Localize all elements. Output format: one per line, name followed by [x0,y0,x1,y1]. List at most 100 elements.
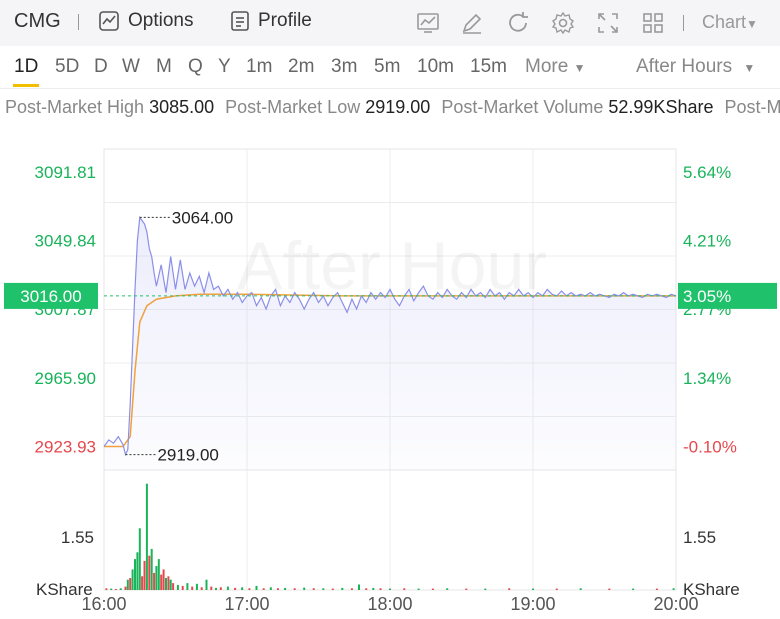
volume-bar [484,588,487,590]
volume-bar [284,587,287,590]
volume-bar [248,588,251,590]
tab-period[interactable]: 1m [246,56,272,78]
tab-period[interactable]: 10m [417,56,454,78]
options-label: Options [128,10,194,31]
tab-period[interactable]: 15m [470,56,507,78]
active-tab-indicator [13,84,39,87]
volume-bar [131,569,134,590]
volume-bar [157,559,160,590]
post-market-stats: Post-Market High 3085.00 Post-Market Low… [0,88,780,125]
volume-bar [145,483,148,590]
session-label: After Hours [636,56,733,77]
stat-label: Post-Market Volume [441,97,604,117]
tab-period[interactable]: 5D [55,56,79,78]
caret-down-icon: ▼ [743,61,756,75]
volume-bar [191,586,194,590]
volume-bar [269,587,272,590]
volume-bar [508,588,511,590]
volume-bar [195,583,198,590]
tab-period[interactable]: 1D [14,56,38,78]
volume-bar [153,572,156,590]
volume-bar [162,569,165,590]
volume-bar [234,587,237,590]
tab-period[interactable]: M [156,56,172,78]
volume-bar [105,588,108,590]
volume-bar [293,588,296,590]
volume-bar [110,588,113,590]
tab-period[interactable]: Y [218,56,231,78]
volume-bar [608,588,611,590]
settings-gear-icon[interactable] [551,11,575,35]
top-toolbar: CMG Options Profile Chart▼ [0,0,780,46]
low-marker-label: 2919.00 [157,446,218,465]
stat-value: 3085.00 [149,97,215,117]
y-tick-label-left: 3091.81 [35,163,96,182]
volume-bar [205,579,208,590]
volume-bar [210,586,213,590]
volume-bar [331,588,334,590]
tab-period[interactable]: 3m [331,56,357,78]
y-tick-label-left: 2965.90 [35,369,96,388]
volume-bar [138,528,141,590]
volume-bar [219,587,222,590]
volume-bar [143,560,146,590]
volume-bar [389,588,391,590]
volume-bar [322,588,325,590]
divider [683,15,684,31]
y-tick-label-right: 5.64% [683,163,731,182]
tab-period[interactable]: 5m [374,56,400,78]
volume-bar [136,552,139,590]
volume-bar [255,585,258,590]
x-tick-label: 17:00 [224,594,269,614]
y-tick-label-right: -0.10% [683,438,737,457]
tab-period[interactable]: 2m [288,56,314,78]
stat-label: Post-Market Low [225,97,361,117]
volume-bar [555,588,558,590]
chart-monitor-icon[interactable] [416,11,440,35]
last-price-label: 3016.00 [20,287,81,306]
volume-unit-left: KShare [36,580,93,599]
volume-bar [277,588,279,590]
volume-bar [186,583,189,590]
tab-period[interactable]: W [122,56,140,78]
stat-value: 52.99KShare [608,97,714,117]
volume-bar [372,587,375,590]
options-button[interactable]: Options [98,10,193,32]
profile-label: Profile [258,10,312,31]
price-chart[interactable]: After Hour 3091.81 5.64%3049.84 4.21%3007.… [0,124,780,619]
volume-bar [358,584,360,590]
refresh-icon[interactable] [506,11,530,35]
volume-bar [241,587,244,590]
volume-bar [200,587,203,590]
volume-bar [165,578,167,590]
grid-layout-icon[interactable] [641,11,665,35]
volume-bar [672,588,675,590]
tab-period[interactable]: Q [188,56,203,78]
fullscreen-icon[interactable] [596,11,620,35]
draw-pen-icon[interactable] [460,11,484,35]
volume-bar [655,588,658,590]
chart-type-dropdown[interactable]: Chart▼ [702,12,758,33]
more-periods-dropdown[interactable]: More ▼ [525,56,585,78]
chart-type-label: Chart [702,12,747,32]
volume-bar [129,578,132,590]
session-dropdown[interactable]: After Hours ▼ [636,56,755,78]
volume-bar [141,576,144,590]
volume-bar [160,574,163,590]
y-tick-label-left: 3049.84 [35,232,96,251]
divider [78,14,79,30]
volume-bar [532,588,534,590]
volume-bar [632,588,635,590]
volume-bar [124,586,127,590]
profile-button[interactable]: Profile [230,10,312,32]
y-tick-label-right: 1.34% [683,369,731,388]
tab-period[interactable]: D [94,56,108,78]
volume-bar [431,588,434,590]
volume-bar [350,588,353,590]
volume-bar [341,587,344,590]
y-tick-label-left: 2923.93 [35,438,96,457]
volume-bar [150,548,153,590]
volume-bar [226,586,229,590]
volume-bar [148,555,151,590]
volume-bar [465,588,468,590]
